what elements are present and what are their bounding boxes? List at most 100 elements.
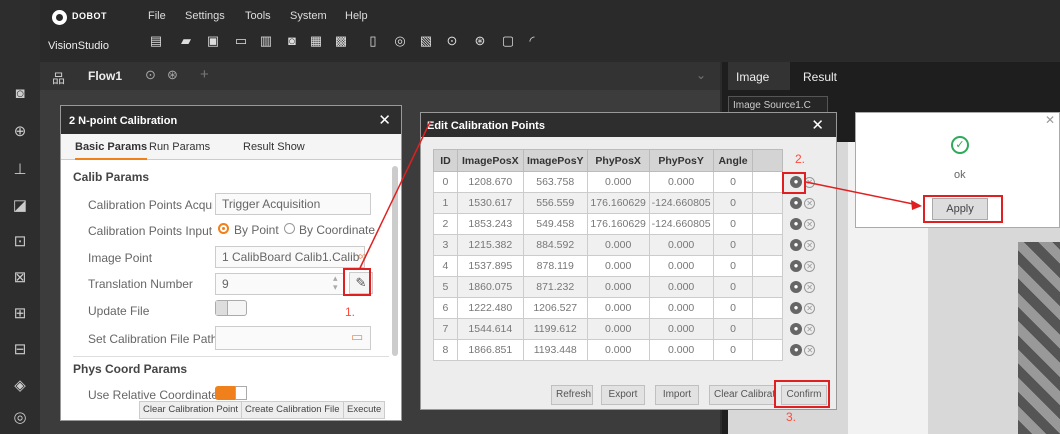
get-point-icon[interactable]: ●: [790, 218, 803, 231]
table-cell[interactable]: 878.119: [522, 255, 588, 277]
run-flow-icon[interactable]: ⊙: [145, 67, 156, 83]
link-icon[interactable]: ∞: [358, 249, 367, 263]
table-cell[interactable]: 0.000: [648, 339, 714, 361]
table-cell[interactable]: 0: [712, 339, 754, 361]
delete-point-icon[interactable]: ✕: [804, 197, 816, 209]
camera-config-icon[interactable]: ▣: [205, 33, 221, 49]
get-point-icon[interactable]: ●: [790, 239, 803, 252]
table-row[interactable]: 2 1853.243 549.458 176.160629 -124.660805 0 ● ✕: [433, 213, 823, 235]
tab-run-params[interactable]: Run Params: [149, 141, 210, 153]
table-cell[interactable]: 2: [433, 213, 458, 235]
table-cell[interactable]: 1544.614: [456, 318, 524, 340]
menu-settings[interactable]: Settings: [185, 10, 225, 22]
table-cell[interactable]: 7: [433, 318, 458, 340]
table-row[interactable]: 8 1866.851 1193.448 0.000 0.000 0 ● ✕: [433, 339, 823, 361]
loop-flow-icon[interactable]: ⊛: [167, 67, 178, 83]
get-point-icon[interactable]: ●: [790, 344, 803, 357]
settings-tool-icon[interactable]: ◎: [10, 408, 30, 428]
table-cell[interactable]: 1860.075: [456, 276, 524, 298]
table-cell[interactable]: 0: [712, 297, 754, 319]
delete-point-icon[interactable]: ✕: [804, 323, 816, 335]
relative-coord-toggle[interactable]: [215, 386, 247, 400]
table-cell[interactable]: 8: [433, 339, 458, 361]
table-cell[interactable]: 0: [712, 276, 754, 298]
get-point-icon[interactable]: ●: [790, 281, 803, 294]
table-row[interactable]: 1 1530.617 556.559 176.160629 -124.660805 0 ● ✕: [433, 192, 823, 214]
lock-icon[interactable]: ▥: [258, 33, 274, 49]
delete-point-icon[interactable]: ✕: [804, 239, 816, 251]
scrollbar[interactable]: [392, 166, 398, 356]
locate-tool-icon[interactable]: ⊕: [10, 122, 30, 142]
get-point-icon[interactable]: ●: [790, 302, 803, 315]
table-cell[interactable]: 884.592: [522, 234, 588, 256]
table-cell[interactable]: 1199.612: [522, 318, 588, 340]
measure-tool-icon[interactable]: ⊥: [10, 160, 30, 180]
table-cell[interactable]: 1537.895: [456, 255, 524, 277]
save-icon[interactable]: ▤: [148, 33, 164, 49]
table-cell[interactable]: 176.160629: [586, 213, 650, 235]
camera-tool-icon[interactable]: ◙: [10, 84, 30, 104]
table-cell[interactable]: 1206.527: [522, 297, 588, 319]
logic-tool-icon[interactable]: ⊞: [10, 304, 30, 324]
create-calibration-file-button[interactable]: Create Calibration File: [241, 401, 344, 419]
delete-point-icon[interactable]: ✕: [804, 302, 816, 314]
close-icon[interactable]: ✕: [378, 111, 391, 129]
communication-tool-icon[interactable]: ⊟: [10, 340, 30, 360]
table-row[interactable]: 6 1222.480 1206.527 0.000 0.000 0 ● ✕: [433, 297, 823, 319]
tab-basic-params[interactable]: Basic Params: [75, 141, 148, 160]
translation-number-field[interactable]: 9: [215, 273, 345, 295]
script-icon[interactable]: ▧: [418, 33, 434, 49]
table-row[interactable]: 4 1537.895 878.119 0.000 0.000 0 ● ✕: [433, 255, 823, 277]
table-cell[interactable]: 5: [433, 276, 458, 298]
table-cell[interactable]: 0.000: [586, 171, 650, 193]
table-row[interactable]: 0 1208.670 563.758 0.000 0.000 0 ● ✕: [433, 171, 823, 193]
recognition-icon[interactable]: ⊡: [10, 232, 30, 252]
table-cell[interactable]: 1866.851: [456, 339, 524, 361]
get-point-icon[interactable]: ●: [790, 197, 803, 210]
table-cell[interactable]: 0.000: [586, 339, 650, 361]
calibration-path-field[interactable]: [215, 326, 371, 350]
open-folder-icon[interactable]: ▰: [178, 33, 194, 49]
table-cell[interactable]: 0.000: [648, 297, 714, 319]
table-cell[interactable]: 0: [433, 171, 458, 193]
clear-calibration-point-button[interactable]: Clear Calibration Point: [139, 401, 243, 419]
display-icon[interactable]: ▭: [233, 33, 249, 49]
menu-help[interactable]: Help: [345, 10, 368, 22]
delete-point-icon[interactable]: ✕: [804, 260, 816, 272]
table-cell[interactable]: 0.000: [586, 297, 650, 319]
execute-button[interactable]: Execute: [343, 401, 386, 419]
tab-result-show[interactable]: Result Show: [243, 141, 305, 153]
export-button[interactable]: Export: [601, 385, 645, 405]
table-cell[interactable]: 0: [712, 171, 754, 193]
get-point-icon[interactable]: ●: [790, 323, 803, 336]
flow-tree-icon[interactable]: 品: [52, 68, 65, 87]
color-tool-icon[interactable]: ◈: [10, 376, 30, 396]
close-icon[interactable]: ✕: [811, 116, 824, 134]
io-icon[interactable]: ▯: [365, 33, 381, 49]
clear-calibration-button[interactable]: Clear Calibrat: [709, 385, 775, 405]
table-cell[interactable]: 176.160629: [586, 192, 650, 214]
table-cell[interactable]: 563.758: [522, 171, 588, 193]
delete-point-icon[interactable]: ✕: [804, 281, 816, 293]
table-row[interactable]: 5 1860.075 871.232 0.000 0.000 0 ● ✕: [433, 276, 823, 298]
communication-icon[interactable]: ◎: [392, 33, 408, 49]
table-cell[interactable]: 1215.382: [456, 234, 524, 256]
table-cell[interactable]: 871.232: [522, 276, 588, 298]
close-icon[interactable]: ✕: [1045, 113, 1055, 127]
table-cell[interactable]: 1530.617: [456, 192, 524, 214]
tab-result[interactable]: Result: [803, 70, 837, 84]
calibration-icon[interactable]: ⊠: [10, 268, 30, 288]
menu-system[interactable]: System: [290, 10, 327, 22]
table-cell[interactable]: 0: [712, 255, 754, 277]
table-cell[interactable]: 0: [712, 234, 754, 256]
stepper-icon[interactable]: ▴ ▾: [333, 274, 338, 292]
table-cell[interactable]: 0.000: [586, 318, 650, 340]
table-cell[interactable]: 0.000: [648, 255, 714, 277]
table-cell[interactable]: 1193.448: [522, 339, 588, 361]
run-continuous-icon[interactable]: ⊛: [472, 33, 488, 49]
frame-icon[interactable]: ▢: [500, 33, 516, 49]
menu-file[interactable]: File: [148, 10, 166, 22]
table-cell[interactable]: -124.660805: [648, 213, 714, 235]
table-cell[interactable]: 0.000: [586, 276, 650, 298]
table-cell[interactable]: 0.000: [648, 276, 714, 298]
